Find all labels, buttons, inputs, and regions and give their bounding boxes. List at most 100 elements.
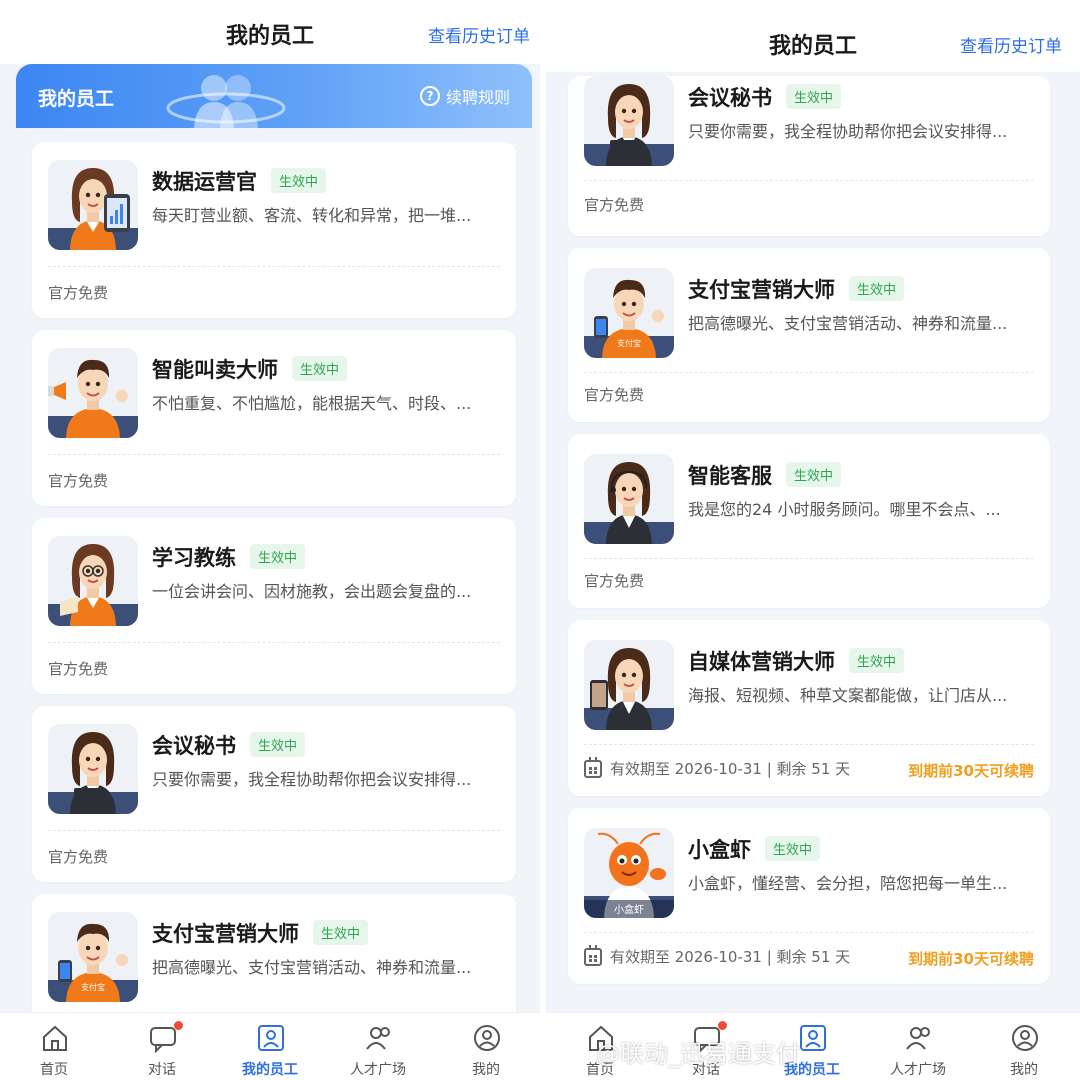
tab-chat[interactable]: 对话: [108, 1013, 216, 1080]
tab-talent-plaza[interactable]: 人才广场: [864, 1013, 972, 1080]
calendar-icon: [584, 756, 602, 778]
avatar-alipay-marketing: 支付宝: [48, 912, 138, 1002]
divider: [584, 180, 1034, 181]
employee-card-alipay-marketing[interactable]: 支付宝 支付宝营销大师 生效中 把高德曝光、支付宝营销活动、神券和流量... 官方…: [568, 248, 1050, 422]
employee-name: 智能客服 生效中: [688, 460, 842, 490]
employee-name: 数据运营官 生效中: [152, 166, 327, 196]
pricing-label: 官方免费: [48, 284, 109, 302]
renewal-rules-link[interactable]: ? 续聘规则: [419, 84, 510, 108]
renewal-tip[interactable]: 到期前30天可续聘: [908, 760, 1034, 781]
validity-period: 有效期至 2026-10-31 | 剩余 51 天: [584, 756, 851, 779]
avatar-learning-coach: [48, 536, 138, 626]
avatar-alipay-marketing: 支付宝: [584, 268, 674, 358]
profile-icon: [1012, 1025, 1038, 1051]
validity-text: 有效期至 2026-10-31 | 剩余 51 天: [610, 948, 851, 966]
tab-label: 我的: [1010, 1062, 1038, 1078]
status-badge: 生效中: [786, 462, 842, 487]
status-badge: 生效中: [313, 920, 369, 945]
tab-home[interactable]: 首页: [0, 1013, 108, 1080]
avatar-meeting-secretary: [48, 724, 138, 814]
my-staff-banner: 我的员工 ? 续聘规则: [16, 64, 532, 128]
talent-icon: [906, 1027, 930, 1050]
tab-my-staff[interactable]: 我的员工: [216, 1013, 324, 1080]
employee-name: 支付宝营销大师 生效中: [688, 274, 905, 304]
employee-description: 一位会讲会问、因材施教，会出题会复盘的...: [152, 582, 472, 601]
validity-period: 有效期至 2026-10-31 | 剩余 51 天: [584, 944, 851, 967]
status-badge: 生效中: [292, 356, 348, 381]
status-badge: 生效中: [271, 168, 327, 193]
tab-profile[interactable]: 我的: [970, 1013, 1078, 1080]
status-badge: 生效中: [849, 648, 905, 673]
staff-icon: [258, 1025, 284, 1051]
divider: [48, 454, 500, 455]
employee-card-xiaohexia[interactable]: 小盒虾 小盒虾 生效中 小盒虾，懂经营、会分担，陪您把每一单生... 有效期至 2…: [568, 808, 1050, 984]
employee-name: 学习教练 生效中: [152, 542, 306, 572]
avatar-meeting-secretary: [584, 76, 674, 166]
divider: [48, 830, 500, 831]
employee-description: 只要你需要，我全程协助帮你把会议安排得...: [152, 770, 472, 789]
status-badge: 生效中: [250, 544, 306, 569]
avatar-data-operations: [48, 160, 138, 250]
view-history-orders-link[interactable]: 查看历史订单: [960, 32, 1062, 57]
staff-icon: [800, 1025, 826, 1051]
view-history-orders-link[interactable]: 查看历史订单: [428, 22, 530, 47]
avatar-self-media-marketing: [584, 640, 674, 730]
unread-dot: [174, 1021, 183, 1030]
employee-name: 会议秘书 生效中: [152, 730, 306, 760]
employee-name: 智能叫卖大师 生效中: [152, 354, 348, 384]
employee-card-smart-customer-service[interactable]: 智能客服 生效中 我是您的24 小时服务顾问。哪里不会点、... 官方免费: [568, 434, 1050, 608]
tab-label: 人才广场: [890, 1062, 946, 1078]
divider: [584, 558, 1034, 559]
alipay-shirt-logo: 支付宝: [617, 338, 641, 348]
employee-card-self-media-marketing[interactable]: 自媒体营销大师 生效中 海报、短视频、种草文案都能做，让门店从... 有效期至 2…: [568, 620, 1050, 796]
question-circle-icon: ?: [419, 86, 440, 106]
avatar-smart-customer-service: [584, 454, 674, 544]
tab-profile[interactable]: 我的: [432, 1013, 540, 1080]
employee-card-meeting-secretary[interactable]: 会议秘书 生效中 只要你需要，我全程协助帮你把会议安排得... 官方免费: [32, 706, 516, 882]
employee-description: 小盒虾，懂经营、会分担，陪您把每一单生...: [688, 874, 1008, 893]
divider: [584, 932, 1034, 933]
employee-card-data-operations[interactable]: 数据运营官 生效中 每天盯营业额、客流、转化和异常，把一堆... 官方免费: [32, 142, 516, 318]
employee-description: 只要你需要，我全程协助帮你把会议安排得...: [688, 122, 1008, 141]
top-nav-bar: 我的员工 查看历史订单: [546, 0, 1080, 72]
employee-description: 海报、短视频、种草文案都能做，让门店从...: [688, 686, 1008, 705]
tab-label: 人才广场: [350, 1062, 406, 1078]
pricing-label: 官方免费: [48, 472, 109, 490]
tab-label: 对话: [148, 1062, 176, 1078]
home-icon: [43, 1025, 67, 1051]
divider: [48, 266, 500, 267]
renewal-rules-label: 续聘规则: [445, 88, 510, 107]
employee-description: 每天盯营业额、客流、转化和异常，把一堆...: [152, 206, 472, 225]
divider: [584, 744, 1034, 745]
status-badge: 生效中: [765, 836, 821, 861]
left-screen: 我的员工 查看历史订单 我的员工 ? 续聘规则 数据运营官 生效中 每天盯营业额、…: [0, 0, 540, 1080]
renewal-tip[interactable]: 到期前30天可续聘: [908, 948, 1034, 969]
employee-card-learning-coach[interactable]: 学习教练 生效中 一位会讲会问、因材施教，会出题会复盘的... 官方免费: [32, 518, 516, 694]
alipay-shirt-logo: 支付宝: [81, 982, 105, 992]
banner-title: 我的员工: [38, 88, 115, 110]
employee-description: 把高德曝光、支付宝营销活动、神券和流量...: [152, 958, 472, 977]
calendar-icon: [584, 944, 602, 966]
employee-card-smart-hawker[interactable]: 智能叫卖大师 生效中 不怕重复、不怕尴尬，能根据天气、时段、... 官方免费: [32, 330, 516, 506]
top-nav-bar: 我的员工 查看历史订单: [0, 0, 540, 64]
avatar-smart-hawker: [48, 348, 138, 438]
tab-talent-plaza[interactable]: 人才广场: [324, 1013, 432, 1080]
pricing-label: 官方免费: [584, 572, 645, 590]
employee-description: 不怕重复、不怕尴尬，能根据天气、时段、...: [152, 394, 472, 413]
unread-dot: [718, 1021, 727, 1030]
pricing-label: 官方免费: [584, 386, 645, 404]
divider: [584, 372, 1034, 373]
profile-icon: [474, 1025, 500, 1051]
watermark-text: @联动_迅易通支付: [596, 1040, 800, 1068]
validity-text: 有效期至 2026-10-31 | 剩余 51 天: [610, 760, 851, 778]
right-screen: 我的员工 查看历史订单 会议秘书 生效中 只要你需要，我全程协助帮你把会议安排得.…: [546, 0, 1080, 1080]
pricing-label: 官方免费: [48, 848, 109, 866]
status-badge: 生效中: [849, 276, 905, 301]
employee-description: 把高德曝光、支付宝营销活动、神券和流量...: [688, 314, 1008, 333]
staff-group-illustration-icon: [166, 75, 286, 128]
divider: [48, 642, 500, 643]
tab-label: 我的员工: [242, 1062, 298, 1078]
status-badge: 生效中: [250, 732, 306, 757]
employee-card-meeting-secretary[interactable]: 会议秘书 生效中 只要你需要，我全程协助帮你把会议安排得... 官方免费: [568, 76, 1050, 236]
talent-icon: [366, 1027, 390, 1050]
